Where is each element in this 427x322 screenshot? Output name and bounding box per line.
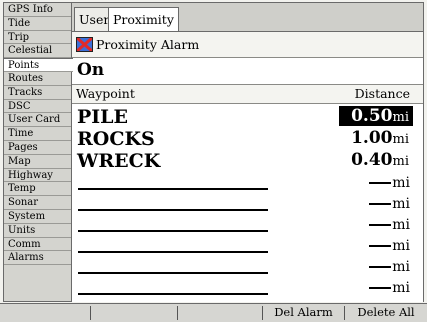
table-row-empty[interactable]: mi bbox=[72, 237, 423, 259]
menu-item-dsc[interactable]: DSC bbox=[4, 100, 71, 114]
distance-value[interactable]: 0.40mi bbox=[347, 150, 413, 170]
del-alarm-softkey[interactable]: Del Alarm bbox=[263, 304, 344, 322]
menu-item-temp[interactable]: Temp bbox=[4, 182, 71, 197]
table-row-empty[interactable]: mi bbox=[72, 279, 423, 301]
table-row[interactable]: ROCKS 1.00mi bbox=[72, 127, 423, 150]
menu-item-highway[interactable]: Highway bbox=[4, 169, 71, 183]
proximity-alarm-label: Proximity Alarm bbox=[96, 37, 200, 52]
empty-waypoint-placeholder bbox=[78, 209, 268, 211]
menu-item-map[interactable]: Map bbox=[4, 155, 71, 169]
menu-item-pages[interactable]: Pages bbox=[4, 141, 71, 155]
empty-waypoint-placeholder bbox=[78, 251, 268, 253]
waypoint-name: WRECK bbox=[77, 150, 161, 172]
menu-item-celestial[interactable]: Celestial bbox=[4, 44, 71, 59]
menu-item-sonar[interactable]: Sonar bbox=[4, 196, 71, 210]
waypoint-name: ROCKS bbox=[77, 128, 155, 150]
empty-distance-placeholder: mi bbox=[369, 217, 410, 233]
empty-waypoint-placeholder bbox=[78, 272, 268, 274]
device-frame: GPS Info Tide Trip Celestial Points Rout… bbox=[3, 2, 424, 302]
col-waypoint-header: Waypoint bbox=[76, 86, 135, 101]
menu-item-tracks[interactable]: Tracks bbox=[4, 86, 71, 100]
empty-waypoint-placeholder bbox=[78, 230, 268, 232]
empty-distance-placeholder: mi bbox=[369, 196, 410, 212]
table-row-empty[interactable]: mi bbox=[72, 216, 423, 238]
col-distance-header: Distance bbox=[354, 86, 410, 101]
tab-bar: User Proximity bbox=[72, 3, 423, 32]
softkey-bar: Del Alarm Delete All bbox=[0, 303, 427, 322]
table-row-empty[interactable]: mi bbox=[72, 258, 423, 280]
delete-all-softkey[interactable]: Delete All bbox=[345, 304, 427, 322]
main-panel: User Proximity Proximity Alarm On Waypoi… bbox=[72, 3, 423, 302]
menu-item-system[interactable]: System bbox=[4, 210, 71, 224]
waypoint-name: PILE bbox=[77, 106, 129, 128]
table-header: Waypoint Distance bbox=[72, 84, 423, 104]
menu-item-units[interactable]: Units bbox=[4, 224, 71, 238]
proximity-content: Proximity Alarm On Waypoint Distance PIL… bbox=[72, 31, 423, 302]
menu-item-alarms[interactable]: Alarms bbox=[4, 251, 71, 266]
distance-value[interactable]: 1.00mi bbox=[347, 128, 413, 148]
menu-item-points[interactable]: Points bbox=[4, 58, 73, 72]
softkey-divider bbox=[90, 306, 91, 320]
menu-item-time[interactable]: Time bbox=[4, 127, 71, 141]
empty-distance-placeholder: mi bbox=[369, 175, 410, 191]
empty-distance-placeholder: mi bbox=[369, 259, 410, 275]
menu-item-trip[interactable]: Trip bbox=[4, 31, 71, 45]
empty-distance-placeholder: mi bbox=[369, 280, 410, 296]
table-row[interactable]: PILE 0.50mi bbox=[72, 105, 423, 128]
menu-item-gps-info[interactable]: GPS Info bbox=[4, 3, 71, 17]
distance-value-selected[interactable]: 0.50mi bbox=[339, 106, 413, 126]
menu-item-user-card[interactable]: User Card bbox=[4, 113, 71, 128]
alarm-status-field[interactable]: On bbox=[77, 60, 104, 80]
menu-item-routes[interactable]: Routes bbox=[4, 72, 71, 86]
menu-item-comm[interactable]: Comm bbox=[4, 238, 71, 252]
softkey-divider bbox=[177, 306, 178, 320]
tab-proximity[interactable]: Proximity bbox=[108, 7, 179, 32]
table-row[interactable]: WRECK 0.40mi bbox=[72, 149, 423, 172]
table-row-empty[interactable]: mi bbox=[72, 174, 423, 196]
alarm-flag-icon bbox=[76, 37, 93, 52]
menu-item-tide[interactable]: Tide bbox=[4, 17, 71, 31]
empty-waypoint-placeholder bbox=[78, 293, 268, 295]
table-row-empty[interactable]: mi bbox=[72, 195, 423, 217]
proximity-alarm-header: Proximity Alarm bbox=[72, 32, 423, 58]
side-menu: GPS Info Tide Trip Celestial Points Rout… bbox=[4, 3, 73, 301]
empty-distance-placeholder: mi bbox=[369, 238, 410, 254]
empty-waypoint-placeholder bbox=[78, 188, 268, 190]
